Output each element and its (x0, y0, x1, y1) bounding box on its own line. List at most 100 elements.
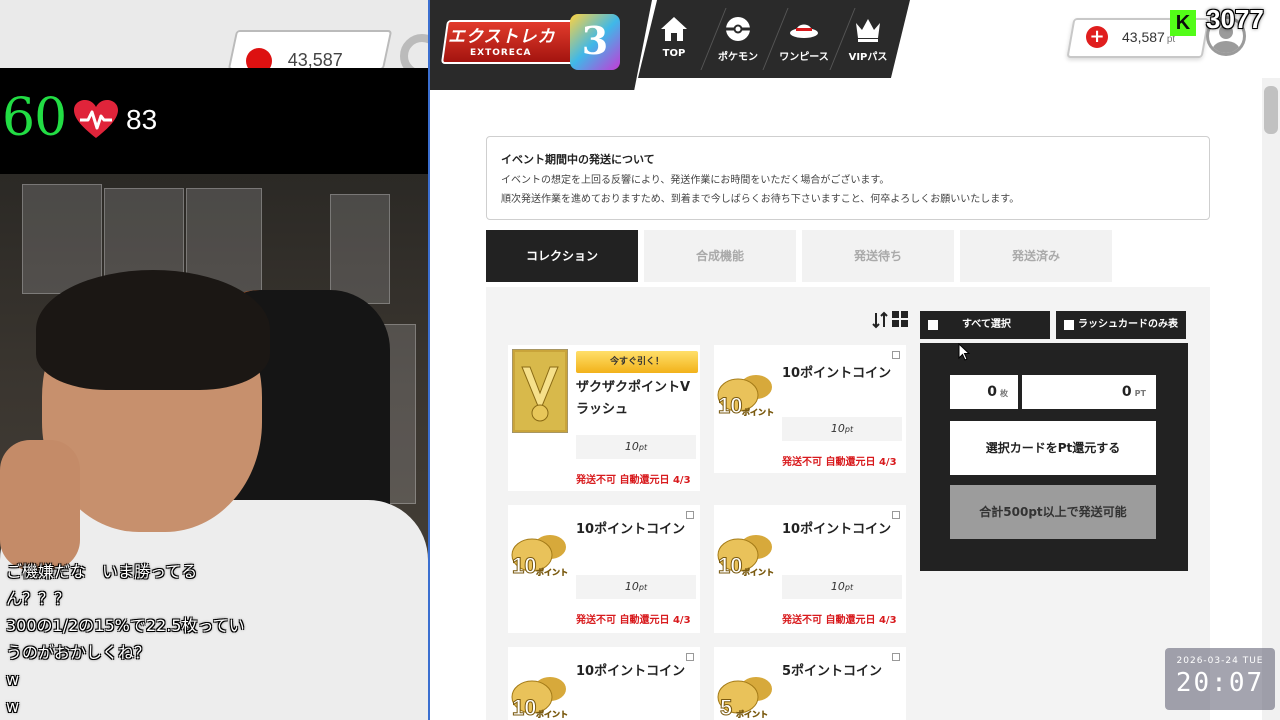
tab-shipped[interactable]: 発送済み (960, 230, 1112, 282)
coin-number: 10 (718, 393, 742, 418)
price-unit: pt (844, 425, 854, 434)
heart-rate-icon (74, 100, 118, 138)
shipping-status: 発送不可 自動還元日 4/3 (782, 457, 897, 468)
notice-title: イベント期間中の発送について (501, 153, 655, 166)
heart-rate-bpm: 60 (2, 88, 67, 148)
selected-count-unit: 枚 (1000, 389, 1008, 398)
add-points-icon[interactable]: + (1086, 26, 1108, 48)
card-name: 10ポイントコイン (576, 664, 686, 679)
straw-hat-icon (790, 24, 818, 38)
tab-collection[interactable]: コレクション (486, 230, 638, 282)
coin-10pt-icon: 10 ポイント (717, 375, 774, 419)
nav-vip-pass[interactable]: VIPパス (838, 0, 898, 78)
svg-text:10: 10 (512, 553, 536, 578)
mirrored-points-value: 43,587 (287, 50, 343, 68)
site-header: エクストレカ EXTORECA 3 TOP ポケモン ワンピース VIPパス +… (430, 0, 1280, 90)
chat-line: うのがおかしくね？ (6, 643, 151, 662)
price-value: 10 (830, 422, 845, 435)
logo-subtext: EXTORECA (470, 48, 532, 58)
mirrored-plus-icon (246, 48, 272, 68)
coin-10pt-icon: 10 ポイント (511, 535, 568, 579)
select-all-checkbox[interactable] (928, 320, 938, 330)
kick-logo-icon: K (1170, 10, 1196, 36)
clock-overlay: 2026-03-24 TUE 20:07 (1165, 648, 1275, 710)
price-unit: pt (844, 583, 854, 592)
sort-icon[interactable] (872, 311, 888, 329)
rush-only-checkbox[interactable] (1064, 320, 1074, 330)
heart-rate-value: 83 (126, 104, 158, 135)
crown-icon (856, 19, 880, 42)
coin-10pt-icon: 10 ポイント (511, 677, 568, 720)
return-points-button[interactable]: 選択カードをPt還元する (950, 421, 1156, 475)
stream-camera-panel: 43,587 60 83 ご機嫌だな いま勝ってる ん？？？ 300の1/2の1… (0, 0, 428, 720)
card-price: 10pt (576, 435, 696, 459)
card-select-checkbox[interactable] (686, 653, 694, 661)
price-value: 10 (624, 580, 639, 593)
chat-line: ん？？？ (6, 589, 71, 608)
collection-card[interactable]: 10 ポイント 10ポイントコイン 10pt 発送不可 自動還元日 4/3 (714, 345, 906, 473)
card-price: 10pt (782, 575, 902, 599)
draw-now-badge[interactable]: 今すぐ引く！ (576, 351, 698, 373)
pokeball-icon (726, 17, 750, 41)
page-scrollbar[interactable] (1262, 78, 1280, 720)
nav-top[interactable]: TOP (644, 0, 704, 78)
selected-count: 0枚 (950, 375, 1018, 409)
collection-card[interactable]: 5 ポイント 5ポイントコイン (714, 647, 906, 720)
coin-5pt-icon: 5 ポイント (717, 677, 772, 720)
collection-card[interactable]: 10 ポイント 10ポイントコイン 10pt 発送不可 自動還元日 4/3 (714, 505, 906, 633)
nav-pokemon[interactable]: ポケモン (708, 0, 768, 78)
notice-line: 順次発送作業を進めておりますため、到着まで今しばらくお待ち下さいますこと、何卒よ… (501, 194, 1020, 205)
streamer-hair (36, 270, 270, 390)
collection-content: すべて選択 ラッシュカードのみ表示 今すぐ引く！ ザクザクポイントVラッシュ 1… (486, 287, 1210, 720)
clock-date: 2026-03-24 TUE (1176, 656, 1264, 666)
viewer-count: 3077 (1206, 4, 1264, 34)
rush-only-button[interactable]: ラッシュカードのみ表示 (1056, 311, 1186, 358)
card-name: 10ポイントコイン (576, 522, 686, 537)
chat-line: w (6, 670, 20, 689)
price-value: 10 (624, 440, 639, 453)
selected-count-value: 0 (987, 384, 997, 400)
card-select-checkbox[interactable] (892, 351, 900, 359)
card-name: 10ポイントコイン (782, 366, 892, 381)
svg-text:5: 5 (720, 695, 732, 720)
nav-label: ポケモン (718, 52, 758, 63)
select-all-label: すべて選択 (962, 319, 1011, 330)
chat-line: 300の1/2の15%で22.5枚ってい (6, 616, 245, 635)
mirrored-site-header: 43,587 (0, 0, 428, 68)
selected-points-unit: PT (1134, 389, 1146, 398)
card-name: 10ポイントコイン (782, 522, 892, 537)
nav-onepiece[interactable]: ワンピース (774, 0, 834, 78)
selection-panel: 0枚 0 PT 選択カードをPt還元する 合計500pt以上で発送可能 (920, 343, 1188, 571)
price-unit: pt (638, 443, 648, 452)
collection-card[interactable]: 10 ポイント 10ポイントコイン (508, 647, 700, 720)
svg-text:ポイント: ポイント (742, 567, 774, 577)
tab-synthesis[interactable]: 合成機能 (644, 230, 796, 282)
ship-button[interactable]: 合計500pt以上で発送可能 (950, 485, 1156, 539)
scrollbar-thumb[interactable] (1264, 86, 1278, 134)
grid-view-icon[interactable] (892, 311, 908, 327)
chat-line: w (6, 697, 20, 716)
browser-page: エクストレカ EXTORECA 3 TOP ポケモン ワンピース VIPパス +… (428, 0, 1280, 720)
card-select-checkbox[interactable] (892, 653, 900, 661)
site-logo[interactable]: エクストレカ EXTORECA 3 (430, 0, 652, 90)
shipping-status: 発送不可 自動還元日 4/3 (576, 615, 691, 626)
nav-label: TOP (662, 48, 686, 59)
select-all-button[interactable]: すべて選択 (920, 311, 1050, 339)
price-unit: pt (638, 583, 648, 592)
selected-points-value: 0 (1121, 384, 1132, 400)
card-thumbnail (512, 349, 568, 433)
card-select-checkbox[interactable] (892, 511, 900, 519)
points-amount: 43,587 (1122, 29, 1165, 45)
chat-line: ご機嫌だな いま勝ってる (6, 562, 198, 581)
price-value: 10 (830, 580, 845, 593)
mouse-cursor-icon (958, 343, 970, 361)
collection-card[interactable]: 10 ポイント 10ポイントコイン 10pt 発送不可 自動還元日 4/3 (508, 505, 700, 633)
collection-card[interactable]: 今すぐ引く！ ザクザクポイントVラッシュ 10pt 発送不可 自動還元日 4/3 (508, 345, 700, 491)
collection-tabs: コレクション 合成機能 発送待ち 発送済み (486, 230, 1210, 282)
coin-label: ポイント (742, 407, 774, 417)
streamer-hand (0, 440, 80, 570)
tab-awaiting-shipment[interactable]: 発送待ち (802, 230, 954, 282)
card-select-checkbox[interactable] (686, 511, 694, 519)
nav-label: ワンピース (779, 52, 829, 63)
coin-10pt-icon: 10 ポイント (717, 535, 774, 579)
